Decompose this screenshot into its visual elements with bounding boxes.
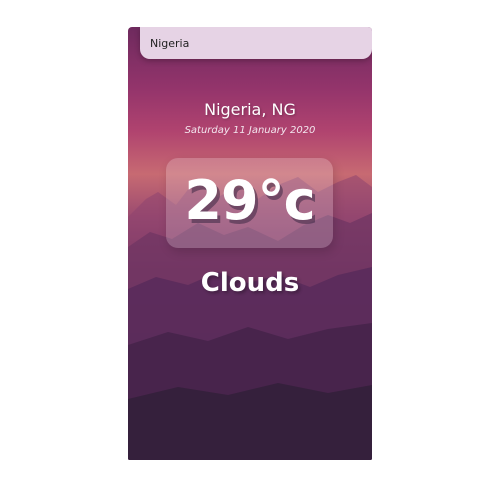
search-bar <box>140 27 372 59</box>
date-label: Saturday 11 January 2020 <box>184 125 316 136</box>
weather-condition: Clouds <box>200 268 300 298</box>
location-title: Nigeria, NG <box>204 100 296 119</box>
temperature-card: 29°c <box>166 158 333 248</box>
weather-app: Nigeria, NG Saturday 11 January 2020 29°… <box>128 27 372 460</box>
search-input[interactable] <box>150 33 360 53</box>
temperature-value: 29°c <box>184 169 315 232</box>
